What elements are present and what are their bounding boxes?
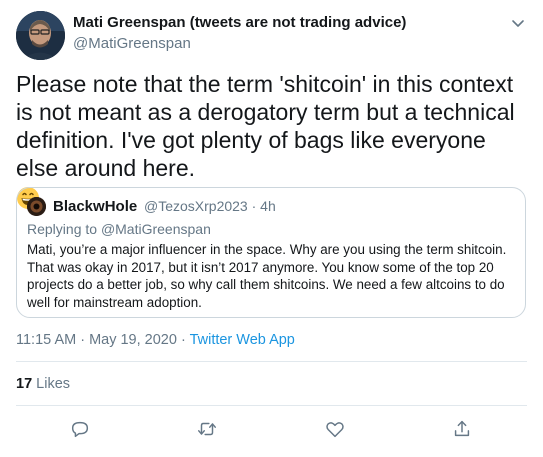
author-handle[interactable]: @MatiGreenspan <box>73 35 191 52</box>
tweet-source-app[interactable]: Twitter Web App <box>190 332 295 348</box>
likes-count: 17 <box>16 376 33 392</box>
quoted-tweet[interactable]: BlackwHole @TezosXrp2023 · 4h Replying t… <box>16 187 526 318</box>
tweet-timestamp: 11:15 AM · May 19, 2020 · Twitter Web Ap… <box>16 332 295 348</box>
divider <box>16 361 527 362</box>
author-name[interactable]: Mati Greenspan (tweets are not trading a… <box>73 14 406 31</box>
like-icon[interactable] <box>324 418 346 440</box>
quoted-author-name: BlackwHole <box>53 198 138 215</box>
replying-mention[interactable]: @MatiGreenspan <box>101 221 211 237</box>
quoted-author-avatar <box>27 197 46 216</box>
reply-icon[interactable] <box>69 418 91 440</box>
divider <box>16 405 527 406</box>
tweet-card: Mati Greenspan (tweets are not trading a… <box>0 0 543 457</box>
share-icon[interactable] <box>451 418 473 440</box>
replying-prefix: Replying to <box>27 221 101 237</box>
replying-to: Replying to @MatiGreenspan <box>27 221 211 237</box>
likes-stat[interactable]: 17 Likes <box>16 376 70 392</box>
retweet-icon[interactable] <box>196 418 218 440</box>
author-avatar[interactable] <box>16 11 65 60</box>
likes-label: Likes <box>36 376 71 392</box>
tweet-text-content: Please note that the term 'shitcoin' in … <box>16 71 515 181</box>
tweet-time-date[interactable]: 11:15 AM · May 19, 2020 · <box>16 332 190 348</box>
quoted-tweet-text: Mati, you’re a major influencer in the s… <box>27 242 507 310</box>
quoted-author-handle-time: @TezosXrp2023 · 4h <box>144 198 276 214</box>
chevron-down-icon[interactable] <box>509 14 527 32</box>
